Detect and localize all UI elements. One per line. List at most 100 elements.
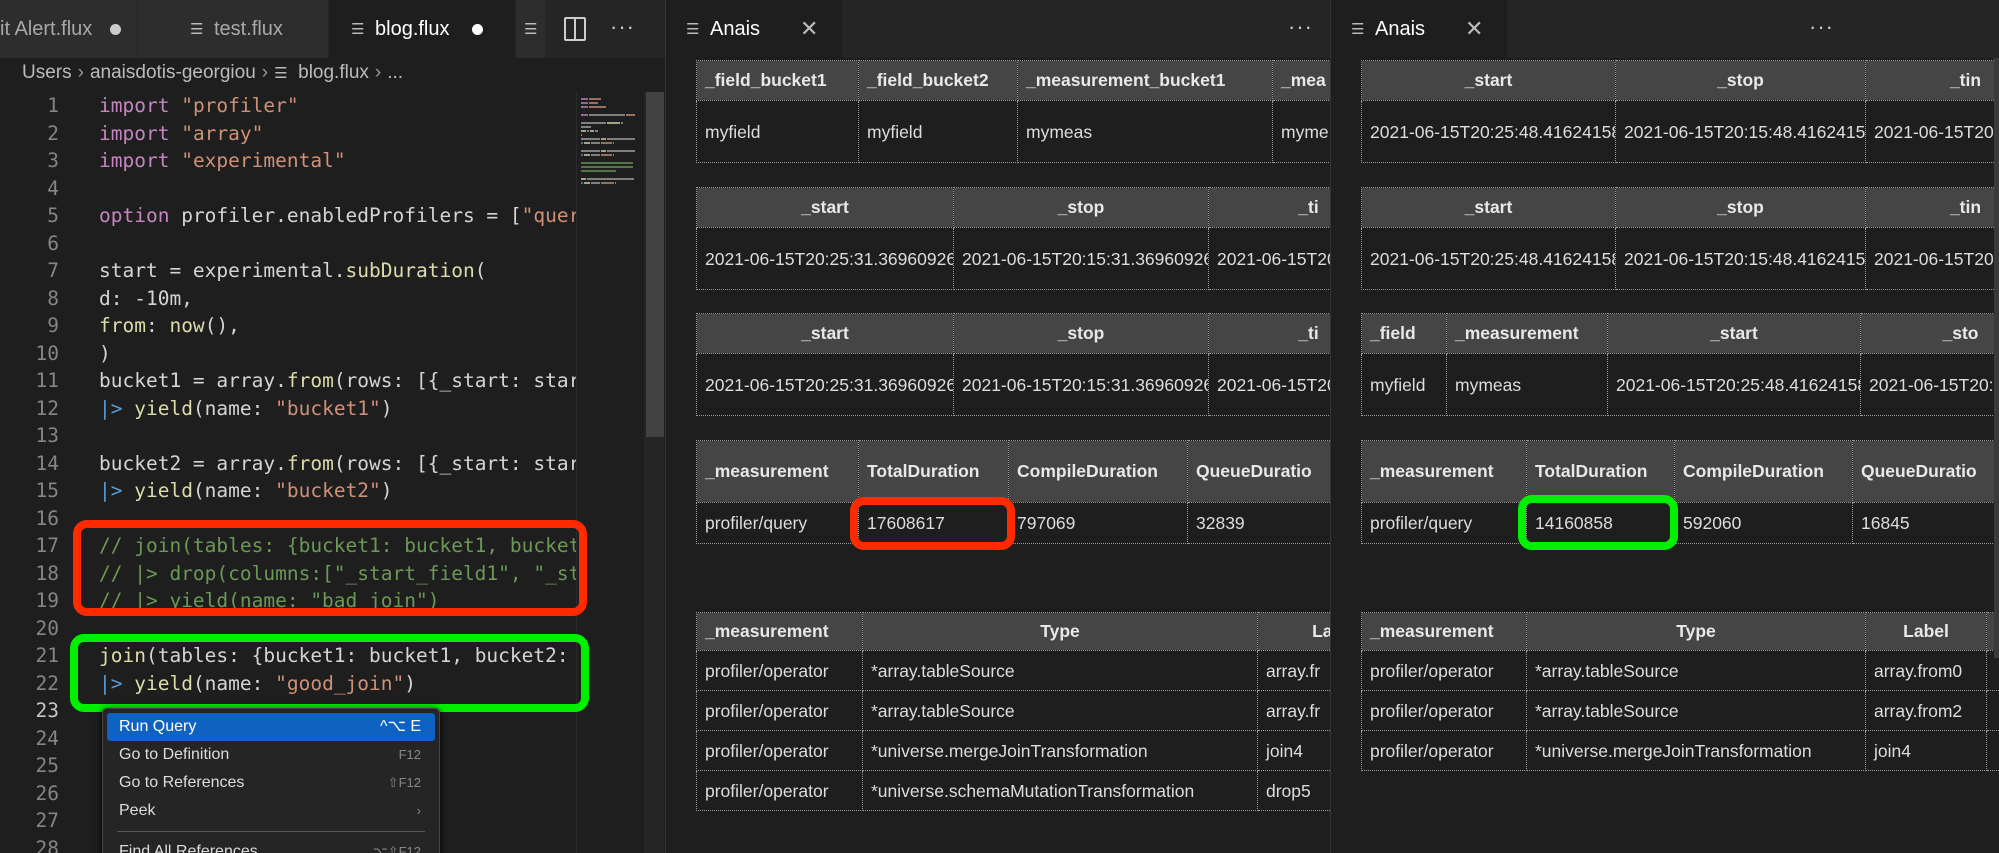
menu-item-go-to-references[interactable]: Go to References⇧F12 xyxy=(107,769,435,797)
column-header[interactable]: _field_bucket2 xyxy=(859,61,1018,101)
code-line[interactable]: 22|> yield(name: "good_join") xyxy=(0,670,576,698)
column-header[interactable]: _field_bucket1 xyxy=(697,61,859,101)
column-header[interactable]: _measurement xyxy=(1447,314,1608,354)
code-line[interactable]: 17// join(tables: {bucket1: bucket1, buc… xyxy=(0,532,576,560)
column-header[interactable]: _measurement xyxy=(697,613,863,651)
table-header-row: _field_measurement_start_sto xyxy=(1362,314,1999,354)
close-icon[interactable]: ✕ xyxy=(1465,16,1483,42)
column-header[interactable]: _tin xyxy=(1866,188,1999,228)
code-token: ( xyxy=(475,259,487,282)
table-row: profiler/operator*universe.schemaMutatio… xyxy=(697,771,1331,811)
minimap-mark xyxy=(595,130,599,132)
column-header[interactable]: _start xyxy=(697,314,954,354)
column-header[interactable]: _measurement_bucket1 xyxy=(1018,61,1273,101)
breadcrumb-item[interactable]: Users xyxy=(22,62,72,83)
column-header[interactable]: QueueDuratio xyxy=(1853,441,1999,503)
column-header[interactable]: Labe xyxy=(1258,613,1331,651)
minimap[interactable] xyxy=(576,92,644,853)
code-line[interactable]: 8d: -10m, xyxy=(0,285,576,313)
editor-scrollbar[interactable] xyxy=(644,92,664,853)
minimap-mark xyxy=(584,154,590,156)
column-header[interactable]: CompileDuration xyxy=(1675,441,1853,503)
close-icon[interactable]: ✕ xyxy=(800,16,818,42)
code-line[interactable]: 13 xyxy=(0,422,576,450)
code-line[interactable]: 11bucket1 = array.from(rows: [{_start: s… xyxy=(0,367,576,395)
column-header[interactable]: _stop xyxy=(954,188,1209,228)
column-header[interactable]: _measurement xyxy=(1362,441,1527,503)
code-line[interactable]: 16 xyxy=(0,505,576,533)
code-line[interactable]: 14bucket2 = array.from(rows: [{_start: s… xyxy=(0,450,576,478)
column-header[interactable]: Type xyxy=(863,613,1258,651)
result-table: _field_measurement_start_stomyfieldmymea… xyxy=(1361,313,1999,416)
minimap-mark xyxy=(589,106,606,108)
column-header[interactable]: _start xyxy=(1608,314,1861,354)
code-line[interactable]: 1import "profiler" xyxy=(0,92,576,120)
results-scrollbar[interactable] xyxy=(1994,58,1999,658)
menu-item-find-all-references[interactable]: Find All References⌥⇧F12 xyxy=(107,838,435,853)
code-line[interactable]: 7start = experimental.subDuration( xyxy=(0,257,576,285)
column-header[interactable]: _sto xyxy=(1861,314,1999,354)
breadcrumb-item[interactable]: blog.flux xyxy=(298,62,369,83)
menu-item-peek[interactable]: Peek› xyxy=(107,797,435,825)
menu-item-go-to-definition[interactable]: Go to DefinitionF12 xyxy=(107,741,435,769)
table-cell: profiler/operator xyxy=(697,651,863,691)
column-header[interactable]: TotalDuration xyxy=(1527,441,1675,503)
chevron-right-icon: › xyxy=(78,62,84,83)
column-header[interactable]: _ti xyxy=(1209,314,1331,354)
minimap-mark xyxy=(601,138,606,140)
code-line[interactable]: 6 xyxy=(0,230,576,258)
menu-item-shortcut: ^⌥ E xyxy=(380,713,421,741)
more-actions-button[interactable]: ··· xyxy=(1288,14,1313,40)
code-text: // |> drop(columns:["_start_field1", "_s… xyxy=(99,560,576,588)
column-header[interactable]: _start xyxy=(1362,61,1616,101)
column-header[interactable]: _stop xyxy=(1616,188,1866,228)
code-line[interactable]: 10) xyxy=(0,340,576,368)
column-header[interactable]: _stop xyxy=(954,314,1209,354)
code-line[interactable]: 5option profiler.enabledProfilers = ["qu… xyxy=(0,202,576,230)
minimap-mark xyxy=(581,130,586,132)
column-header[interactable]: _mea xyxy=(1273,61,1331,101)
column-header[interactable]: _tin xyxy=(1866,61,1999,101)
breadcrumb-item[interactable]: ... xyxy=(387,62,403,83)
column-header[interactable]: _measurement xyxy=(697,441,859,503)
column-header[interactable]: _stop xyxy=(1616,61,1866,101)
column-header[interactable]: CompileDuration xyxy=(1009,441,1188,503)
tab-blog-flux[interactable]: ☰blog.flux xyxy=(329,0,516,58)
column-header[interactable]: _ti xyxy=(1209,188,1331,228)
column-header[interactable]: QueueDuratio xyxy=(1188,441,1331,503)
result-table: _measurementTypeLabeprofiler/operator*ar… xyxy=(696,612,1330,811)
code-line[interactable]: 9from: now(), xyxy=(0,312,576,340)
scrollbar-thumb[interactable] xyxy=(646,92,664,437)
code-line[interactable]: 19// |> yield(name: "bad_join") xyxy=(0,587,576,615)
code-token: (rows: [{_start: start, xyxy=(334,369,576,392)
tab-anais[interactable]: ☰Anais✕ xyxy=(1331,0,1508,58)
tab-overflow[interactable]: ☰ xyxy=(516,0,546,58)
breadcrumb-item[interactable]: anaisdotis-georgiou xyxy=(90,62,256,83)
split-editor-icon[interactable] xyxy=(564,17,586,41)
code-line[interactable]: 15|> yield(name: "bucket2") xyxy=(0,477,576,505)
tab-alert-flux[interactable]: it Alert.flux xyxy=(0,0,138,58)
code-text: from: now(), xyxy=(99,312,240,340)
column-header[interactable]: _start xyxy=(1362,188,1616,228)
column-header[interactable]: _measurement xyxy=(1362,613,1527,651)
more-actions-button[interactable]: ··· xyxy=(1809,14,1834,40)
column-header[interactable]: Type xyxy=(1527,613,1866,651)
column-header[interactable]: _start xyxy=(697,188,954,228)
code-line[interactable]: 21join(tables: {bucket1: bucket1, bucket… xyxy=(0,642,576,670)
code-line[interactable]: 18// |> drop(columns:["_start_field1", "… xyxy=(0,560,576,588)
code-line[interactable]: 12|> yield(name: "bucket1") xyxy=(0,395,576,423)
menu-item-run-query[interactable]: Run Query^⌥ E xyxy=(107,713,435,741)
code-text: bucket2 = array.from(rows: [{_start: sta… xyxy=(99,450,576,478)
column-header[interactable]: Label xyxy=(1866,613,1987,651)
menu-item-shortcut: ⇧F12 xyxy=(388,769,421,797)
code-line[interactable]: 3import "experimental" xyxy=(0,147,576,175)
code-text: import "profiler" xyxy=(99,92,299,120)
code-line[interactable]: 20 xyxy=(0,615,576,643)
tab-anais[interactable]: ☰Anais✕ xyxy=(666,0,843,58)
code-line[interactable]: 4 xyxy=(0,175,576,203)
column-header[interactable]: TotalDuration xyxy=(859,441,1009,503)
column-header[interactable]: _field xyxy=(1362,314,1447,354)
more-actions-button[interactable]: ··· xyxy=(610,14,635,40)
tab-test-flux[interactable]: ☰test.flux xyxy=(138,0,329,58)
code-line[interactable]: 2import "array" xyxy=(0,120,576,148)
